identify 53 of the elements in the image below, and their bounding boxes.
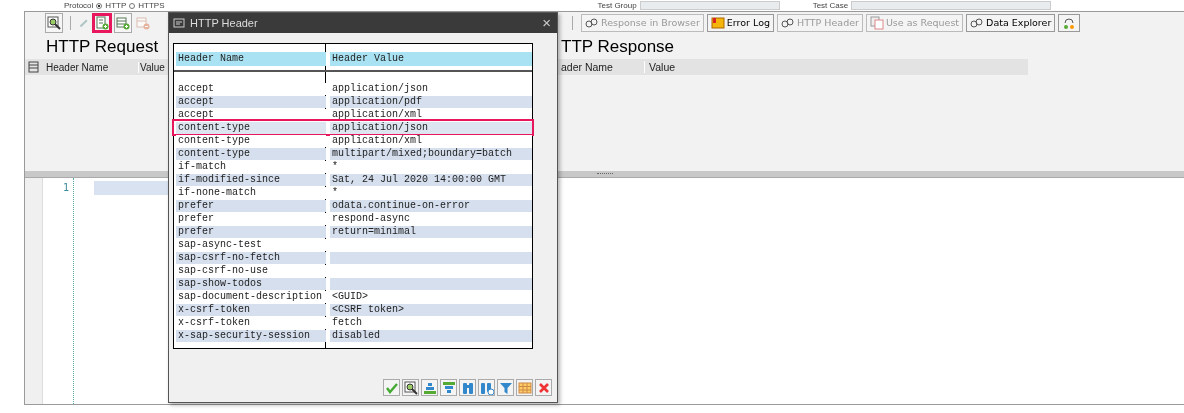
dialog-layout-button[interactable]: [516, 379, 533, 396]
column-header[interactable]: ader Name: [561, 61, 644, 73]
input-field[interactable]: [851, 1, 1052, 10]
table-row[interactable]: content-type application/json: [174, 121, 532, 134]
toolbar-button[interactable]: Data Explorer: [966, 13, 1056, 32]
dialog-cancel-button[interactable]: [535, 379, 552, 396]
table-row[interactable]: sap-async-test: [174, 238, 532, 251]
headset-icon: [1062, 15, 1077, 30]
dialog-find-next-button[interactable]: [478, 379, 495, 396]
panel-title: HTTP Request: [46, 37, 159, 57]
column-header[interactable]: Value: [644, 61, 745, 73]
binoculars-plus-icon: [479, 380, 494, 395]
radio-label: HTTP: [105, 1, 127, 10]
dialog-title: HTTP Header: [190, 17, 258, 29]
magnifier-icon: [403, 380, 418, 395]
sort-ascending-icon: [422, 380, 437, 395]
toolbar-button[interactable]: Error Log: [706, 13, 774, 32]
copy-icon: [869, 15, 884, 30]
table-layout-icon: [517, 380, 532, 395]
field-label: Test Case: [812, 1, 849, 10]
line-number: 1: [61, 182, 70, 193]
field-label: Test Group: [597, 1, 637, 10]
dialog-filter-button[interactable]: [497, 379, 514, 396]
window-icon: [173, 16, 187, 30]
field-label: Protocol: [64, 1, 94, 10]
radio-button[interactable]: [129, 2, 136, 9]
table-settings-icon: [26, 60, 41, 74]
delete-row-icon: [136, 15, 150, 30]
close-button[interactable]: ×: [540, 15, 553, 31]
chain-icon: [585, 15, 599, 30]
column-header[interactable]: Header Value: [330, 52, 532, 66]
chain-icon: [970, 15, 985, 30]
input-field[interactable]: [639, 1, 780, 10]
magnifier-icon: [47, 15, 61, 30]
radio-button[interactable]: [96, 2, 103, 9]
chain-icon: [781, 15, 795, 30]
insert-row-icon: [116, 15, 130, 30]
dialog-details-button[interactable]: [402, 379, 419, 396]
dialog-find-button[interactable]: [459, 379, 476, 396]
radio-label: HTTPS: [138, 1, 165, 10]
log-icon: [710, 15, 725, 30]
filter-icon: [498, 380, 513, 395]
cancel-icon: [536, 380, 551, 395]
table-row[interactable]: sap-csrf-no-use: [174, 264, 532, 277]
add-row-icon: [95, 15, 109, 30]
sort-descending-icon: [441, 380, 456, 395]
dialog-sort-down-button[interactable]: [440, 379, 457, 396]
dialog-check-button[interactable]: [383, 379, 400, 396]
panel-title: TTP Response: [561, 37, 675, 57]
binoculars-icon: [460, 380, 475, 395]
column-header[interactable]: Header Name: [176, 52, 326, 66]
column-header[interactable]: Header Name: [42, 61, 138, 73]
toolbar-button[interactable]: [45, 12, 63, 33]
